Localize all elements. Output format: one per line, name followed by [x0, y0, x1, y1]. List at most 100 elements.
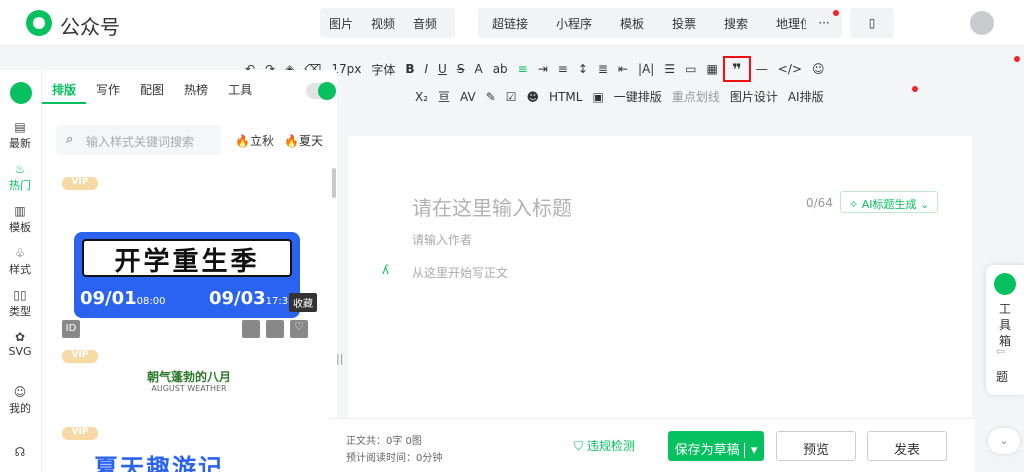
shield-icon: ⛉ [574, 439, 587, 453]
app-title: 公众号 [60, 15, 120, 39]
insert-template-button[interactable]: 模板 [611, 15, 653, 32]
outdent-icon[interactable]: ⇤ [613, 62, 633, 76]
toolbox-label: 工具箱 [998, 302, 1011, 348]
format-toolbar-row2: X₂ 亘 AV ✎ ☑ ☻ HTML ▣ 一键排版 重点划线 图片设计 AI排版 [410, 88, 829, 105]
search-icon: ⌕ [66, 132, 74, 147]
tab-writing[interactable]: 写作 [86, 78, 130, 104]
rail-item-latest[interactable]: ▤ 最新 [0, 120, 40, 151]
word-count: 正文共：0字 0图 [346, 436, 422, 447]
rail-item-hot[interactable]: ♨ 热门 [0, 162, 40, 193]
subscript-icon[interactable]: X₂ [410, 90, 433, 104]
toolbox-logo-icon [994, 273, 1016, 295]
notification-dot [1014, 56, 1020, 62]
style-search-input[interactable]: 输入样式关键词搜索 [56, 125, 221, 155]
rail-item-svg[interactable]: ✿ SVG [0, 330, 40, 358]
author-input[interactable]: 请输入作者 [412, 231, 472, 248]
paragraph-spacing-icon[interactable]: ≣ [593, 62, 613, 76]
highlight-button[interactable]: 重点划线 [667, 88, 725, 105]
edit-icon[interactable] [266, 320, 284, 338]
insert-vote-button[interactable]: 投票 [663, 15, 705, 32]
hot-tag[interactable]: 🔥夏天 [284, 132, 323, 149]
avatar[interactable] [970, 11, 994, 35]
list-icon[interactable]: ☰ [659, 62, 680, 76]
toolbox-panel[interactable]: 工具箱 ⇦ 题 [986, 265, 1024, 395]
tab-trending[interactable]: 热榜 [174, 78, 218, 104]
insert-audio-button[interactable]: 音频 [404, 15, 446, 32]
card-title: 夏天趣游记 [94, 454, 224, 472]
insert-miniprogram-button[interactable]: 小程序 [547, 15, 601, 32]
publish-button[interactable]: 发表 [867, 431, 947, 461]
headset-icon[interactable]: ☊ [0, 445, 40, 460]
wechat-logo-icon [26, 10, 52, 36]
preview-button[interactable]: 预览 [776, 431, 856, 461]
hot-tag[interactable]: 🔥立秋 [235, 132, 274, 149]
compliance-check-button[interactable]: ⛉ 违规检测 [574, 437, 635, 454]
code-icon[interactable]: </> [773, 62, 807, 76]
doc-icon[interactable]: ▯ [850, 8, 894, 38]
ai-layout-button[interactable]: AI排版 [783, 88, 829, 105]
align-center-icon[interactable]: ≡ [553, 62, 573, 76]
rail-item-types[interactable]: ▯▯ 类型 [0, 288, 40, 319]
insert-video-button[interactable]: 视频 [362, 15, 404, 32]
divider-style-icon[interactable]: ▭ [680, 62, 701, 76]
strikethrough-icon[interactable]: S [452, 62, 470, 76]
table-icon[interactable]: ▦ [701, 62, 722, 76]
favorite-heart-icon[interactable]: ♡ [290, 320, 308, 338]
smiley-icon[interactable]: ☻ [522, 90, 545, 104]
save-draft-button[interactable]: 保存为草稿 ▾ [668, 431, 764, 461]
font-family-select[interactable]: 字体 [366, 61, 400, 78]
material-panel: 排版 写作 配图 热榜 工具 输入样式关键词搜索 ⌕ 🔥立秋 🔥夏天 VIP 开… [42, 70, 337, 472]
tab-layout[interactable]: 排版 [42, 78, 87, 104]
vip-badge: VIP [62, 427, 98, 440]
rail-item-templates[interactable]: ▥ 模板 [0, 204, 40, 235]
card-preview: 开学重生季 09/0108:00 09/0317:3 [74, 232, 300, 318]
id-button[interactable]: ID [62, 320, 80, 338]
insert-search-button[interactable]: 搜索 [715, 15, 757, 32]
tab-images[interactable]: 配图 [130, 78, 174, 104]
arrow-left-icon: ⇦ [996, 345, 1006, 358]
style-card[interactable]: VIP 开学重生季 09/0108:00 09/0317:3 收藏 ID ♡ [54, 170, 317, 340]
insert-image-button[interactable]: 图片 [320, 15, 362, 32]
card-subtitle: AUGUST WEATHER [151, 384, 227, 393]
checkbox-icon[interactable]: ☑ [501, 90, 522, 104]
ai-title-button[interactable]: ✧ AI标题生成 ⌄ [840, 191, 939, 213]
insert-link-button[interactable]: 超链接 [483, 15, 537, 32]
card-title: 开学重生季 [82, 239, 292, 277]
av-icon[interactable]: AV [455, 90, 481, 104]
scroll-down-icon[interactable]: ⌄ [988, 428, 1020, 454]
body-input[interactable]: 从这里开始写正文 [412, 264, 508, 281]
tab-tools[interactable]: 工具 [218, 78, 262, 104]
horizontal-rule-icon[interactable]: — [751, 62, 773, 76]
align-left-icon[interactable]: ≡ [513, 62, 533, 76]
panel-toggle-switch[interactable] [306, 82, 336, 100]
line-height-icon[interactable]: ↕ [573, 62, 593, 76]
magic-wand-icon[interactable]: ✎ [481, 90, 501, 104]
bold-icon[interactable]: B [400, 62, 419, 76]
bottom-bar: 正文共：0字 0图 预计阅读时间：0分钟 ⛉ 违规检测 保存为草稿 ▾ 预览 发… [330, 418, 975, 472]
font-color-icon[interactable]: A [469, 62, 487, 76]
html-icon[interactable]: HTML [544, 90, 587, 104]
history-icon[interactable] [242, 320, 260, 338]
underline-icon[interactable]: U [433, 62, 452, 76]
favorite-tooltip: 收藏 [289, 293, 317, 312]
background-color-icon[interactable]: ab [488, 62, 513, 76]
phonetic-icon[interactable]: 亘 [433, 88, 455, 105]
italic-icon[interactable]: I [420, 62, 434, 76]
toolbox-tail: 题 [996, 370, 1009, 384]
image-design-button[interactable]: 图片设计 [725, 88, 783, 105]
ai-write-icon[interactable]: ʎ [382, 263, 389, 277]
panel-scrollbar[interactable] [332, 168, 336, 198]
style-card[interactable]: VIP 夏天趣游记 [54, 426, 317, 472]
style-card[interactable]: VIP 朝气蓬勃的八月 AUGUST WEATHER [54, 348, 317, 418]
resize-handle[interactable]: || [336, 352, 343, 365]
emoji-icon[interactable]: ☺ [807, 62, 830, 76]
rail-item-mine[interactable]: ☺ 我的 [0, 385, 40, 416]
briefcase-icon[interactable]: ▣ [587, 90, 608, 104]
onekey-layout-button[interactable]: 一键排版 [609, 88, 667, 105]
quote-icon[interactable]: ❞ [722, 56, 751, 82]
title-input[interactable]: 请在这里输入标题 [412, 192, 572, 221]
rail-item-styles[interactable]: ♧ 样式 [0, 246, 40, 277]
notification-dot [833, 10, 839, 16]
letter-spacing-icon[interactable]: |A| [633, 62, 659, 76]
indent-icon[interactable]: ⇥ [533, 62, 553, 76]
